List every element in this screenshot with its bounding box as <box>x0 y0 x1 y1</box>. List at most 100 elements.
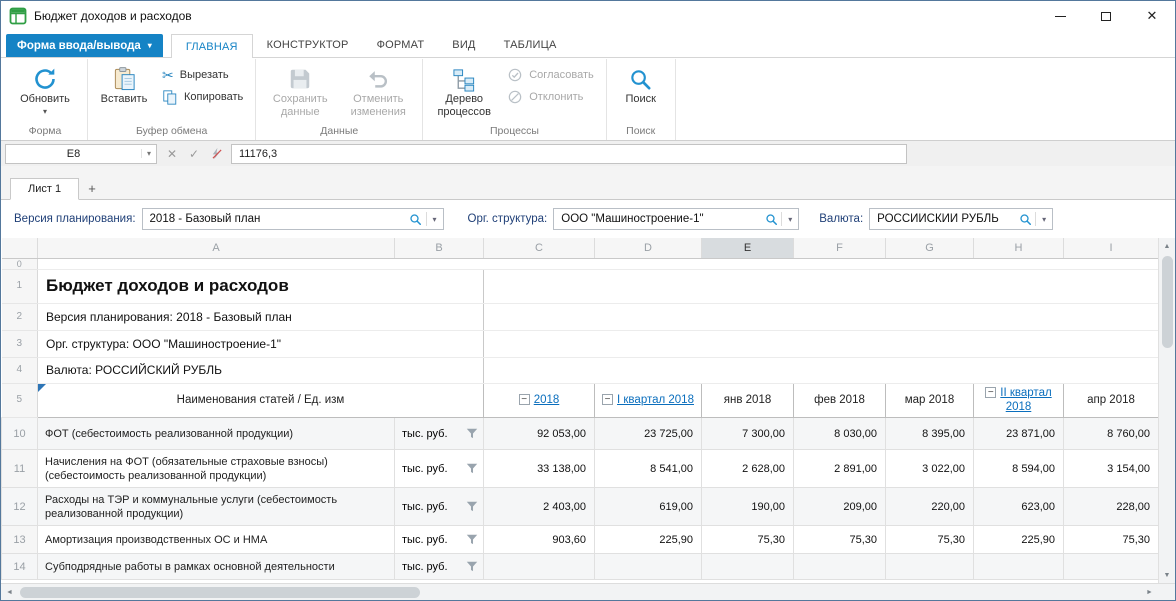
cell[interactable]: 2 403,00 <box>484 488 595 526</box>
cell[interactable] <box>886 554 974 580</box>
row-number[interactable]: 2 <box>2 303 38 330</box>
cell[interactable]: 619,00 <box>595 488 702 526</box>
cell[interactable]: 2 891,00 <box>794 450 886 488</box>
year-2018-link[interactable]: 2018 <box>534 394 560 406</box>
add-sheet-button[interactable]: + <box>79 177 105 199</box>
chevron-down-icon[interactable]: ▾ <box>141 149 156 158</box>
cut-button[interactable]: ✂ Вырезать <box>155 64 250 86</box>
collapse-icon[interactable]: − <box>985 387 996 398</box>
column-header-a[interactable]: A <box>38 238 395 258</box>
cell[interactable]: 3 154,00 <box>1064 450 1159 488</box>
cell[interactable] <box>702 554 794 580</box>
search-icon[interactable] <box>406 213 426 226</box>
cell[interactable]: 623,00 <box>974 488 1064 526</box>
item-name-cell[interactable]: Начисления на ФОТ (обязательные страховы… <box>38 450 395 488</box>
filter-funnel-icon[interactable] <box>466 428 478 439</box>
column-header-c[interactable]: C <box>484 238 595 258</box>
tab-vid[interactable]: ВИД <box>438 33 489 57</box>
row-number[interactable]: 13 <box>2 526 38 554</box>
search-icon[interactable] <box>1015 213 1035 226</box>
q1-2018-header-cell[interactable]: −I квартал 2018 <box>595 383 702 418</box>
year-2018-header-cell[interactable]: −2018 <box>484 383 595 418</box>
row-number[interactable]: 12 <box>2 488 38 526</box>
cell[interactable]: 8 760,00 <box>1064 418 1159 450</box>
horizontal-scroll-thumb[interactable] <box>20 587 420 598</box>
column-header-h[interactable]: H <box>974 238 1064 258</box>
cell[interactable] <box>974 554 1064 580</box>
tab-format[interactable]: ФОРМАТ <box>363 33 439 57</box>
tab-glavnaya[interactable]: ГЛАВНАЯ <box>171 34 253 58</box>
filter-funnel-icon[interactable] <box>466 463 478 474</box>
q2-2018-link[interactable]: II квартал 2018 <box>1000 387 1051 414</box>
mar-2018-header-cell[interactable]: мар 2018 <box>886 383 974 418</box>
feb-2018-header-cell[interactable]: фев 2018 <box>794 383 886 418</box>
refresh-button[interactable]: Обновить ▾ <box>8 60 82 117</box>
filter-funnel-icon[interactable] <box>466 501 478 512</box>
vertical-scrollbar[interactable]: ▲ ▼ <box>1158 238 1175 583</box>
planning-version-input[interactable]: 2018 - Базовый план ▾ <box>142 208 444 230</box>
formula-value-input[interactable]: 11176,3 <box>231 144 907 164</box>
filter-funnel-icon[interactable] <box>466 534 478 545</box>
cell[interactable] <box>794 554 886 580</box>
unit-cell[interactable]: тыс. руб. <box>395 488 484 526</box>
scroll-up-icon[interactable]: ▲ <box>1159 238 1175 254</box>
report-title-cell[interactable]: Бюджет доходов и расходов <box>38 269 484 303</box>
cell[interactable] <box>484 357 1159 383</box>
cell[interactable]: 8 395,00 <box>886 418 974 450</box>
unit-cell[interactable]: тыс. руб. <box>395 418 484 450</box>
cell[interactable] <box>484 554 595 580</box>
currency-info-cell[interactable]: Валюта: РОССИЙСКИЙ РУБЛЬ <box>38 357 484 383</box>
cell[interactable] <box>595 554 702 580</box>
collapse-icon[interactable]: − <box>602 394 613 405</box>
cell[interactable]: 225,90 <box>974 526 1064 554</box>
cell[interactable]: 75,30 <box>794 526 886 554</box>
search-icon[interactable] <box>761 213 781 226</box>
unit-cell[interactable]: тыс. руб. <box>395 526 484 554</box>
cell[interactable] <box>38 258 1159 269</box>
cell[interactable]: 228,00 <box>1064 488 1159 526</box>
scroll-right-icon[interactable]: ► <box>1141 584 1158 600</box>
items-header-cell[interactable]: Наименования статей / Ед. изм <box>38 383 484 418</box>
confirm-entry-button[interactable]: ✓ <box>186 147 202 161</box>
horizontal-scrollbar[interactable]: ◄ ► <box>1 583 1175 600</box>
row-number[interactable]: 4 <box>2 357 38 383</box>
version-info-cell[interactable]: Версия планирования: 2018 - Базовый план <box>38 303 484 330</box>
currency-input[interactable]: РОССИЙСКИЙ РУБЛЬ ▾ <box>869 208 1053 230</box>
row-number[interactable]: 11 <box>2 450 38 488</box>
column-header-i[interactable]: I <box>1064 238 1159 258</box>
cell[interactable]: 7 300,00 <box>702 418 794 450</box>
cell[interactable] <box>484 330 1159 357</box>
sheet-tab-list1[interactable]: Лист 1 <box>10 178 79 200</box>
cell[interactable]: 23 871,00 <box>974 418 1064 450</box>
cell[interactable] <box>484 303 1159 330</box>
scroll-down-icon[interactable]: ▼ <box>1159 567 1175 583</box>
item-name-cell[interactable]: Субподрядные работы в рамках основной де… <box>38 554 395 580</box>
cell[interactable]: 33 138,00 <box>484 450 595 488</box>
tab-tablica[interactable]: ТАБЛИЦА <box>490 33 571 57</box>
approve-button[interactable]: Согласовать <box>500 64 600 86</box>
cell[interactable]: 220,00 <box>886 488 974 526</box>
apr-2018-header-cell[interactable]: апр 2018 <box>1064 383 1159 418</box>
scroll-left-icon[interactable]: ◄ <box>1 584 18 600</box>
row-number[interactable]: 3 <box>2 330 38 357</box>
chevron-down-icon[interactable]: ▾ <box>782 215 798 224</box>
form-io-menu-button[interactable]: Форма ввода/вывода ▾ <box>6 34 163 57</box>
cell[interactable]: 75,30 <box>702 526 794 554</box>
search-button[interactable]: Поиск <box>612 60 670 107</box>
org-structure-input[interactable]: ООО "Машиностроение-1" ▾ <box>553 208 799 230</box>
cell[interactable] <box>484 269 1159 303</box>
cell[interactable]: 23 725,00 <box>595 418 702 450</box>
cell[interactable]: 209,00 <box>794 488 886 526</box>
cell[interactable]: 92 053,00 <box>484 418 595 450</box>
copy-button[interactable]: Копировать <box>155 86 250 108</box>
chevron-down-icon[interactable]: ▾ <box>427 215 443 224</box>
function-icon[interactable] <box>208 147 224 160</box>
collapse-icon[interactable]: − <box>519 394 530 405</box>
maximize-button[interactable] <box>1083 1 1129 31</box>
q2-2018-header-cell[interactable]: −II квартал 2018 <box>974 383 1064 418</box>
column-header-d[interactable]: D <box>595 238 702 258</box>
tab-konstruktor[interactable]: КОНСТРУКТОР <box>253 33 363 57</box>
cell[interactable]: 75,30 <box>1064 526 1159 554</box>
cell[interactable]: 8 594,00 <box>974 450 1064 488</box>
cell[interactable]: 75,30 <box>886 526 974 554</box>
